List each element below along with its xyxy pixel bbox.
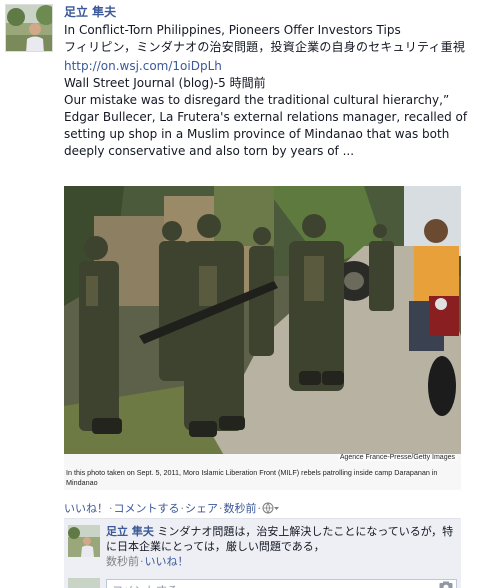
article-title[interactable]: In Conflict-Torn Philippines, Pioneers O… <box>64 22 484 39</box>
feed-story: 足立 隼夫 In Conflict-Torn Philippines, Pion… <box>0 0 489 588</box>
comment-like-link[interactable]: いいね！ <box>145 555 189 568</box>
reply-row: コメントする... <box>68 578 457 588</box>
timestamp-link[interactable]: 数秒前 <box>224 502 257 515</box>
article-photo[interactable]: Agence France-Presse/Getty Images In thi… <box>64 186 461 490</box>
comments-section: 足立 隼夫 ミンダナオ問題は，治安上解決したことになっているが，特に日本企業にと… <box>64 518 461 588</box>
article-title-jp: フィリピン，ミンダナオの治安問題，投資企業の自身のセキュリティ重視 <box>64 40 466 54</box>
commenter-avatar[interactable] <box>68 525 100 557</box>
story-actions: いいね！·コメントする·シェア·数秒前· <box>64 502 280 518</box>
article-link[interactable]: http://on.wsj.com/1oiDpLh <box>64 58 484 75</box>
comment-link[interactable]: コメントする <box>114 502 180 515</box>
comment-text: ミンダナオ問題は，治安上解決したことになっているが，特に日本企業にとっては，厳し… <box>106 525 454 553</box>
photo-credit: Agence France-Presse/Getty Images <box>337 454 457 461</box>
viewer-avatar <box>68 578 100 588</box>
author-avatar[interactable] <box>5 4 53 52</box>
share-link[interactable]: シェア <box>185 502 218 515</box>
comment-body: 足立 隼夫 ミンダナオ問題は，治安上解決したことになっているが，特に日本企業にと… <box>106 524 456 569</box>
photo-caption: In this photo taken on Sept. 5, 2011, Mo… <box>66 468 438 487</box>
author-name[interactable]: 足立 隼夫 <box>64 4 484 20</box>
camera-icon[interactable] <box>439 581 453 588</box>
comment-meta: 数秒前·いいね！ <box>106 554 456 569</box>
like-link[interactable]: いいね！ <box>64 502 108 515</box>
comment-input[interactable]: コメントする... <box>106 579 457 588</box>
article-excerpt: Our mistake was to disregard the traditi… <box>64 93 468 158</box>
article-source: Wall Street Journal (blog)-5 時間前 <box>64 76 266 90</box>
story-content: 足立 隼夫 In Conflict-Torn Philippines, Pion… <box>64 4 484 160</box>
comment-time[interactable]: 数秒前 <box>106 555 139 568</box>
globe-icon[interactable] <box>262 502 280 518</box>
comment-author[interactable]: 足立 隼夫 <box>106 525 154 538</box>
